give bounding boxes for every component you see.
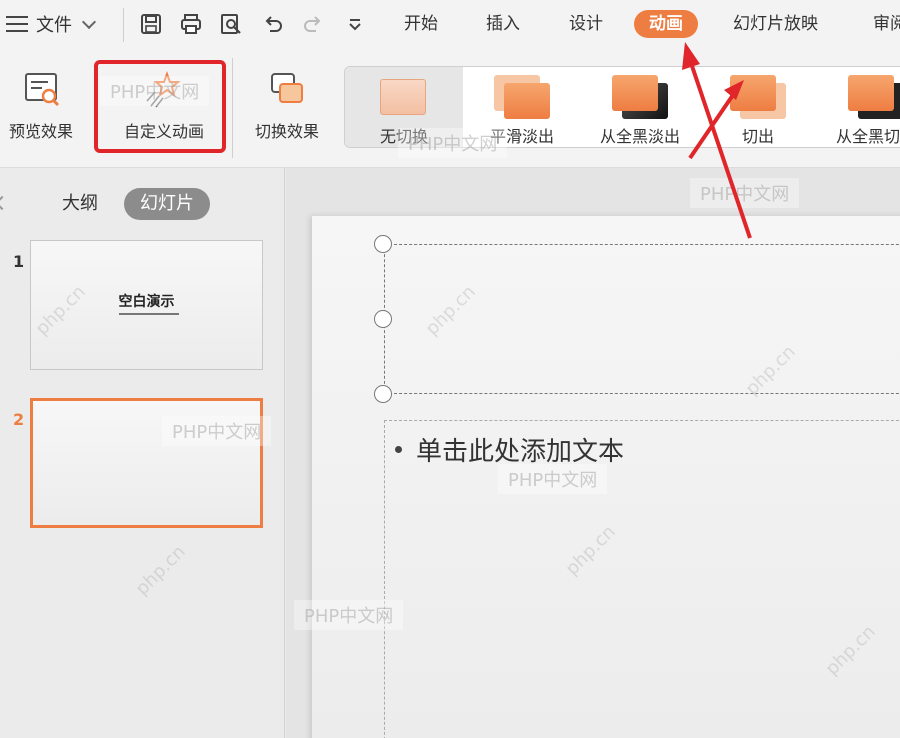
body-placeholder[interactable]: 单击此处添加文本: [384, 420, 900, 738]
slide-switch-icon: [271, 73, 303, 103]
tab-slides[interactable]: 幻灯片: [124, 188, 210, 220]
transition-fade-thumb: [492, 75, 552, 119]
slide-editor-canvas: 单击此处添加文本: [286, 168, 900, 738]
tab-animation[interactable]: 动画: [634, 10, 698, 38]
save-icon[interactable]: [138, 11, 164, 37]
tab-design[interactable]: 设计: [569, 10, 603, 38]
preview-effect-button[interactable]: 预览效果: [0, 70, 82, 142]
switch-effect-label: 切换效果: [254, 122, 319, 141]
resize-handle[interactable]: [374, 385, 392, 403]
file-menu[interactable]: 文件: [6, 10, 110, 38]
transition-cut-thumb: [728, 75, 788, 119]
slide-thumbnail-subtitle: [119, 313, 179, 315]
watermark: PHP中文网: [398, 128, 508, 158]
watermark: PHP中文网: [498, 464, 608, 494]
transition-cut[interactable]: 切出: [699, 67, 817, 147]
transition-cut-black-thumb: [846, 75, 900, 119]
switch-effect-button[interactable]: 切换效果: [244, 70, 330, 142]
transition-none-thumb: [374, 75, 434, 115]
chevron-down-icon: [81, 14, 97, 29]
slide-number: 2: [13, 410, 25, 429]
tab-slideshow[interactable]: 幻灯片放映: [733, 10, 818, 38]
print-icon[interactable]: [178, 11, 204, 37]
tab-home[interactable]: 开始: [404, 10, 438, 38]
preview-icon: [25, 73, 60, 107]
tab-outline[interactable]: 大纲: [62, 188, 98, 220]
watermark: PHP中文网: [162, 416, 272, 446]
slide-panel: 大纲 幻灯片 1 空白演示 2: [0, 168, 285, 738]
body-placeholder-text: 单击此处添加文本: [416, 437, 625, 467]
transition-fade-black-thumb: [610, 75, 670, 119]
customize-dropdown-icon[interactable]: [342, 11, 368, 37]
title-placeholder[interactable]: [384, 244, 900, 394]
redo-icon[interactable]: [300, 11, 326, 37]
bullet-icon: [395, 446, 402, 453]
watermark: PHP中文网: [294, 600, 404, 630]
divider: [123, 8, 124, 42]
transition-cut-black-label: 从全黑切出: [835, 127, 900, 146]
tab-insert[interactable]: 插入: [486, 10, 520, 38]
file-menu-label: 文件: [36, 15, 72, 36]
preview-effect-label: 预览效果: [8, 122, 73, 141]
watermark: PHP中文网: [100, 76, 210, 106]
slide-number: 1: [13, 252, 25, 271]
resize-handle[interactable]: [374, 235, 392, 253]
transition-fade-black[interactable]: 从全黑淡出: [581, 67, 699, 147]
divider: [232, 58, 233, 158]
undo-icon[interactable]: [260, 11, 286, 37]
print-preview-icon[interactable]: [218, 11, 244, 37]
menu-bar: 文件 开始 插入 设计 动画 幻灯片放映 审阅: [0, 0, 900, 48]
hamburger-icon: [6, 16, 28, 32]
collapse-panel-icon[interactable]: [0, 195, 10, 211]
transition-fade-black-label: 从全黑淡出: [599, 127, 680, 146]
custom-animation-highlight: [94, 60, 226, 153]
transition-cut-label: 切出: [741, 127, 774, 146]
resize-handle[interactable]: [374, 310, 392, 328]
transition-cut-black[interactable]: 从全黑切出: [817, 67, 900, 147]
watermark: PHP中文网: [690, 178, 800, 208]
body-placeholder-text-row: 单击此处添加文本: [395, 431, 624, 468]
tab-review[interactable]: 审阅: [873, 10, 900, 38]
